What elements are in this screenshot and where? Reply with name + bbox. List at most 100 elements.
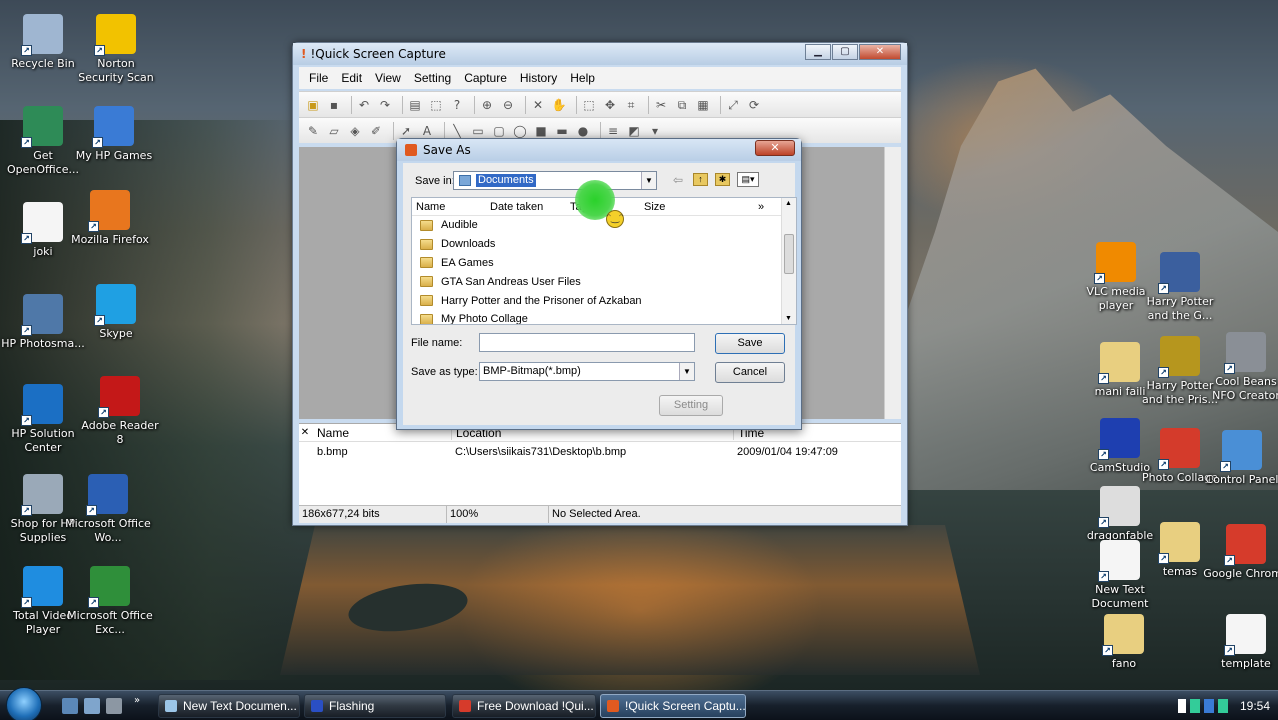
desktop-icon[interactable]: ↗ HP Solution Center [0, 384, 86, 455]
scroll-down-icon[interactable]: ▼ [785, 315, 792, 322]
back-icon[interactable]: ⇦ [673, 173, 683, 187]
scrollbar-thumb[interactable] [784, 234, 794, 274]
brush-icon[interactable]: ✐ [368, 123, 384, 139]
tray-icons[interactable] [1178, 699, 1232, 713]
undo-icon[interactable]: ↶ [356, 97, 372, 113]
show-desktop-icon[interactable] [62, 698, 78, 714]
line-icon[interactable]: ╲ [449, 123, 465, 139]
setting-button[interactable]: Setting [659, 395, 723, 416]
line-width-icon[interactable]: ≡ [605, 123, 621, 139]
desktop-icon[interactable]: ↗ Norton Security Scan [73, 14, 159, 85]
desktop-icon[interactable]: ↗ My HP Games [71, 106, 157, 163]
zoom-out-icon[interactable]: ⊖ [500, 97, 516, 113]
list-item[interactable]: Harry Potter and the Prisoner of Azkaban [412, 291, 796, 310]
filled-ellipse-icon[interactable]: ● [575, 123, 591, 139]
color-icon[interactable]: ◩ [626, 123, 642, 139]
taskbar-button[interactable]: Flashing [304, 694, 446, 718]
minimize-button[interactable]: ▁ [805, 44, 831, 60]
text-icon[interactable]: A [419, 123, 435, 139]
chevron-down-icon[interactable]: ▼ [641, 172, 656, 189]
capture-window-icon[interactable]: ▤ [407, 97, 423, 113]
pencil-icon[interactable]: ✎ [305, 123, 321, 139]
desktop-icon[interactable]: ↗ Microsoft Office Wo... [65, 474, 151, 545]
paste-icon[interactable]: ▦ [695, 97, 711, 113]
save-button[interactable]: Save [715, 333, 785, 354]
menu-capture[interactable]: Capture [464, 71, 507, 85]
filled-rounded-icon[interactable]: ▬ [554, 123, 570, 139]
scroll-up-icon[interactable]: ▲ [785, 200, 792, 207]
cut-icon[interactable]: ✂ [653, 97, 669, 113]
menu-help[interactable]: Help [570, 71, 595, 85]
column-size[interactable]: Size [640, 201, 744, 213]
open-icon[interactable]: ▣ [305, 97, 321, 113]
menu-view[interactable]: View [375, 71, 401, 85]
filled-rect-icon[interactable]: ■ [533, 123, 549, 139]
desktop-icon[interactable]: ↗ fano [1081, 614, 1167, 671]
folder-list-scrollbar[interactable]: ▲ ▼ [781, 198, 796, 324]
dialog-titlebar[interactable]: Save As [397, 139, 801, 161]
rotate-icon[interactable]: ⟳ [746, 97, 762, 113]
taskbar-button[interactable]: Free Download !Qui... [452, 694, 596, 718]
table-row[interactable]: b.bmp C:\Users\siikais731\Desktop\b.bmp … [299, 442, 901, 462]
desktop-icon[interactable]: ↗ Skype [73, 284, 159, 341]
menu-setting[interactable]: Setting [414, 71, 451, 85]
save-as-type-select[interactable]: BMP-Bitmap(*.bmp) ▼ [479, 362, 695, 381]
save-in-dropdown[interactable]: Documents ▼ [453, 171, 657, 190]
desktop-icon[interactable]: ↗ Cool Beans NFO Creator [1203, 332, 1278, 403]
dialog-close-button[interactable]: ✕ [755, 140, 795, 156]
desktop-icon[interactable]: ↗ Control Panel [1199, 430, 1278, 487]
list-item[interactable]: GTA San Andreas User Files [412, 272, 796, 291]
desktop-icon[interactable]: ↗ template [1203, 614, 1278, 671]
help-icon[interactable]: ? [449, 97, 465, 113]
menu-history[interactable]: History [520, 71, 557, 85]
column-name[interactable]: Name [412, 201, 486, 213]
hand-icon[interactable]: ✋ [551, 97, 567, 113]
views-menu-icon[interactable]: ▤▾ [737, 172, 759, 187]
save-icon[interactable]: ▪ [326, 97, 342, 113]
clock[interactable]: 19:54 [1240, 699, 1270, 713]
stamp-icon[interactable]: ▾ [647, 123, 663, 139]
new-folder-icon[interactable]: ✱ [715, 173, 730, 186]
list-item[interactable]: My Photo Collage [412, 310, 796, 324]
copy-icon[interactable]: ⧉ [674, 97, 690, 113]
eraser-icon[interactable]: ▱ [326, 123, 342, 139]
desktop-icon[interactable]: ↗Google Chrome [1203, 524, 1278, 581]
list-item[interactable]: Audible [412, 216, 796, 235]
volume-quicklaunch-icon[interactable] [106, 698, 122, 714]
more-columns-icon[interactable]: » [744, 201, 774, 213]
crop-icon[interactable]: ⌗ [623, 97, 639, 113]
list-item[interactable]: Downloads [412, 235, 796, 254]
move-icon[interactable]: ✥ [602, 97, 618, 113]
quicklaunch-chevron-icon[interactable]: » [134, 695, 140, 706]
column-date-taken[interactable]: Date taken [486, 201, 566, 213]
resize-icon[interactable]: ⤢ [725, 97, 741, 113]
maximize-button[interactable]: ▢ [832, 44, 858, 60]
desktop-icon[interactable]: ↗ Adobe Reader 8 [77, 376, 163, 447]
menu-file[interactable]: File [309, 71, 328, 85]
switch-windows-icon[interactable] [84, 698, 100, 714]
file-name-input[interactable] [479, 333, 695, 352]
cancel-button[interactable]: Cancel [715, 362, 785, 383]
ellipse-icon[interactable]: ◯ [512, 123, 528, 139]
desktop-icon[interactable]: ↗ Microsoft Office Exc... [67, 566, 153, 637]
close-panel-icon[interactable]: ✕ [299, 427, 311, 438]
start-button[interactable] [6, 687, 42, 720]
taskbar-button[interactable]: !Quick Screen Captu... [600, 694, 746, 718]
select-icon[interactable]: ⬚ [581, 97, 597, 113]
desktop-icon[interactable]: ↗ Mozilla Firefox [67, 190, 153, 247]
capture-region-icon[interactable]: ⬚ [428, 97, 444, 113]
menu-edit[interactable]: Edit [341, 71, 362, 85]
close-button[interactable]: ✕ [859, 44, 901, 60]
delete-icon[interactable]: ✕ [530, 97, 546, 113]
list-item[interactable]: EA Games [412, 254, 796, 273]
rounded-rect-icon[interactable]: ▢ [491, 123, 507, 139]
up-folder-icon[interactable]: ↑ [693, 173, 708, 186]
canvas-scrollbar[interactable] [884, 147, 901, 419]
desktop-icon[interactable]: ↗ Harry Potter and the G... [1137, 252, 1223, 323]
rectangle-icon[interactable]: ▭ [470, 123, 486, 139]
redo-icon[interactable]: ↷ [377, 97, 393, 113]
type-chevron-down-icon[interactable]: ▼ [679, 363, 694, 380]
taskbar-button[interactable]: New Text Documen... [158, 694, 300, 718]
arrow-icon[interactable]: ➚ [398, 123, 414, 139]
fill-icon[interactable]: ◈ [347, 123, 363, 139]
